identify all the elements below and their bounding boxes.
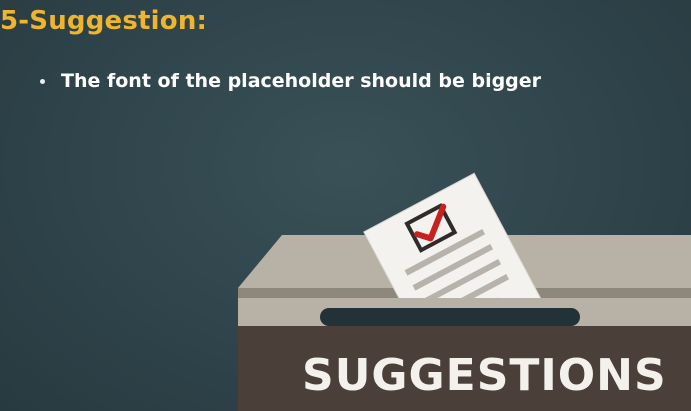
box-label: SUGGESTIONS xyxy=(302,350,667,401)
box-slot-front xyxy=(320,308,580,326)
bullet-dot-icon xyxy=(40,79,45,84)
slide-title: 5-Suggestion: xyxy=(0,6,208,36)
suggestion-box-illustration: SUGGESTIONS xyxy=(238,172,691,411)
bullet-item: The font of the placeholder should be bi… xyxy=(40,70,541,92)
slide: 5-Suggestion: The font of the placeholde… xyxy=(0,0,691,411)
bullet-text: The font of the placeholder should be bi… xyxy=(61,70,542,92)
